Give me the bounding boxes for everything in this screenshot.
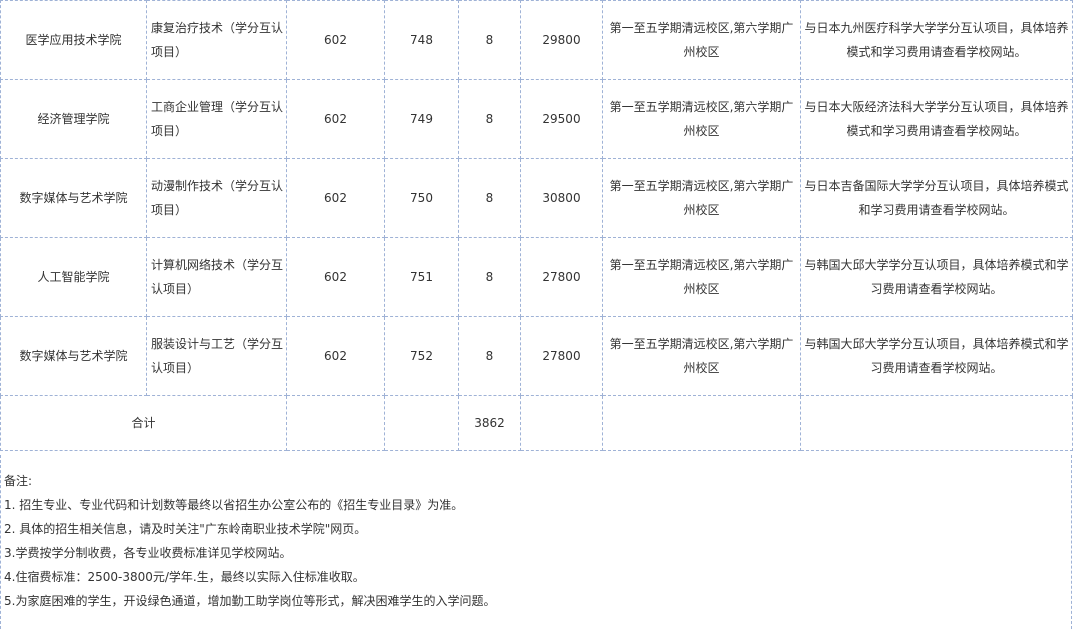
table-row: 数字媒体与艺术学院 服装设计与工艺（学分互认项目） 602 752 8 2780… [0,316,1073,396]
note-item: 4.住宿费标准：2500-3800元/学年.生，最终以实际入住标准收取。 [4,570,365,584]
plan-count-cell: 8 [458,316,521,396]
notes-title: 备注: [4,474,33,488]
major-code-cell: 749 [384,79,459,159]
institution-code-cell: 602 [286,158,385,238]
institution-code-cell: 602 [286,79,385,159]
remark-cell: 与日本九州医疗科学大学学分互认项目，具体培养模式和学习费用请查看学校网站。 [800,0,1073,80]
tuition-cell: 27800 [520,237,603,317]
major-cell: 服装设计与工艺（学分互认项目） [146,316,287,396]
major-cell: 动漫制作技术（学分互认项目） [146,158,287,238]
table-row: 数字媒体与艺术学院 动漫制作技术（学分互认项目） 602 750 8 30800… [0,158,1073,238]
plan-count-cell: 8 [458,237,521,317]
major-cell: 计算机网络技术（学分互认项目） [146,237,287,317]
empty-cell [800,395,1073,451]
college-cell: 医学应用技术学院 [0,0,147,80]
remark-cell: 与日本大阪经济法科大学学分互认项目，具体培养模式和学习费用请查看学校网站。 [800,79,1073,159]
major-cell: 工商企业管理（学分互认项目） [146,79,287,159]
major-code-cell: 750 [384,158,459,238]
total-label: 合计 [0,395,287,451]
empty-cell [286,395,385,451]
notes-section: 备注: 1. 招生专业、专业代码和计划数等最终以省招生办公室公布的《招生专业目录… [0,455,1072,629]
plan-count-cell: 8 [458,158,521,238]
plan-count-cell: 8 [458,0,521,80]
note-item: 2. 具体的招生相关信息，请及时关注"广东岭南职业技术学院"网页。 [4,522,367,536]
table-row: 人工智能学院 计算机网络技术（学分互认项目） 602 751 8 27800 第… [0,237,1073,317]
total-plan-count: 3862 [458,395,521,451]
tuition-cell: 27800 [520,316,603,396]
campus-cell: 第一至五学期清远校区,第六学期广州校区 [602,316,801,396]
institution-code-cell: 602 [286,316,385,396]
campus-cell: 第一至五学期清远校区,第六学期广州校区 [602,0,801,80]
college-cell: 经济管理学院 [0,79,147,159]
plan-count-cell: 8 [458,79,521,159]
tuition-cell: 29800 [520,0,603,80]
major-code-cell: 751 [384,237,459,317]
tuition-cell: 29500 [520,79,603,159]
note-item: 5.为家庭困难的学生，开设绿色通道，增加勤工助学岗位等形式，解决困难学生的入学问… [4,594,496,608]
remark-cell: 与日本吉备国际大学学分互认项目，具体培养模式和学习费用请查看学校网站。 [800,158,1073,238]
empty-cell [520,395,603,451]
empty-cell [602,395,801,451]
campus-cell: 第一至五学期清远校区,第六学期广州校区 [602,237,801,317]
table-row: 医学应用技术学院 康复治疗技术（学分互认项目） 602 748 8 29800 … [0,0,1073,80]
institution-code-cell: 602 [286,0,385,80]
note-item: 3.学费按学分制收费，各专业收费标准详见学校网站。 [4,546,292,560]
enrollment-table: 医学应用技术学院 康复治疗技术（学分互认项目） 602 748 8 29800 … [0,0,1073,451]
tuition-cell: 30800 [520,158,603,238]
remark-cell: 与韩国大邱大学学分互认项目，具体培养模式和学习费用请查看学校网站。 [800,237,1073,317]
empty-cell [384,395,459,451]
major-code-cell: 748 [384,0,459,80]
note-item: 1. 招生专业、专业代码和计划数等最终以省招生办公室公布的《招生专业目录》为准。 [4,498,464,512]
major-code-cell: 752 [384,316,459,396]
major-cell: 康复治疗技术（学分互认项目） [146,0,287,80]
college-cell: 数字媒体与艺术学院 [0,158,147,238]
campus-cell: 第一至五学期清远校区,第六学期广州校区 [602,79,801,159]
campus-cell: 第一至五学期清远校区,第六学期广州校区 [602,158,801,238]
remark-cell: 与韩国大邱大学学分互认项目，具体培养模式和学习费用请查看学校网站。 [800,316,1073,396]
institution-code-cell: 602 [286,237,385,317]
total-row: 合计 3862 [0,395,1073,451]
college-cell: 数字媒体与艺术学院 [0,316,147,396]
table-row: 经济管理学院 工商企业管理（学分互认项目） 602 749 8 29500 第一… [0,79,1073,159]
college-cell: 人工智能学院 [0,237,147,317]
